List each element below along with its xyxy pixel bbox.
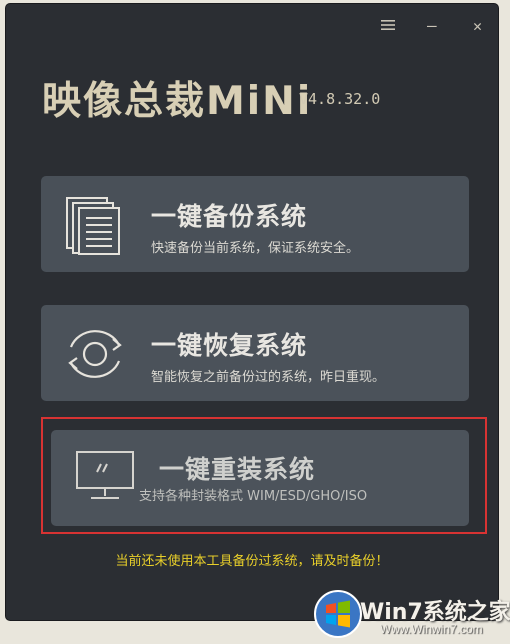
app-title: 映像总裁MiNi [42,79,313,124]
documents-icon [61,194,131,256]
restore-title: 一键恢复系统 [151,331,308,360]
reinstall-system-button[interactable]: 一键重装系统 支持各种封装格式 WIM/ESD/GHO/ISO [51,430,469,526]
reinstall-description: 支持各种封装格式 WIM/ESD/GHO/ISO [139,489,368,504]
monitor-icon [71,444,141,506]
site-watermark: Win7系统之家 Www.Winwin7.com [312,588,510,644]
backup-description: 快速备份当前系统，保证系统安全。 [151,241,360,256]
close-button[interactable]: ✕ [473,18,482,34]
backup-title: 一键备份系统 [151,202,308,231]
menu-icon[interactable] [381,18,395,35]
restore-system-button[interactable]: 一键恢复系统 智能恢复之前备份过的系统，昨日重现。 [41,305,469,401]
watermark-url: Www.Winwin7.com [380,622,483,636]
reinstall-title: 一键重装系统 [159,455,316,484]
backup-warning-notice: 当前还未使用本工具备份过系统，请及时备份！ [115,554,389,569]
app-window: — ✕ 映像总裁MiNi V4.8.32.0 一键备份系统 快速备份当前系统，保… [6,4,498,620]
restore-cycle-icon [61,323,131,385]
backup-system-button[interactable]: 一键备份系统 快速备份当前系统，保证系统安全。 [41,176,469,272]
restore-description: 智能恢复之前备份过的系统，昨日重现。 [151,370,386,385]
app-version: V4.8.32.0 [299,90,381,108]
windows-logo-icon [312,588,364,640]
minimize-button[interactable]: — [427,18,437,34]
